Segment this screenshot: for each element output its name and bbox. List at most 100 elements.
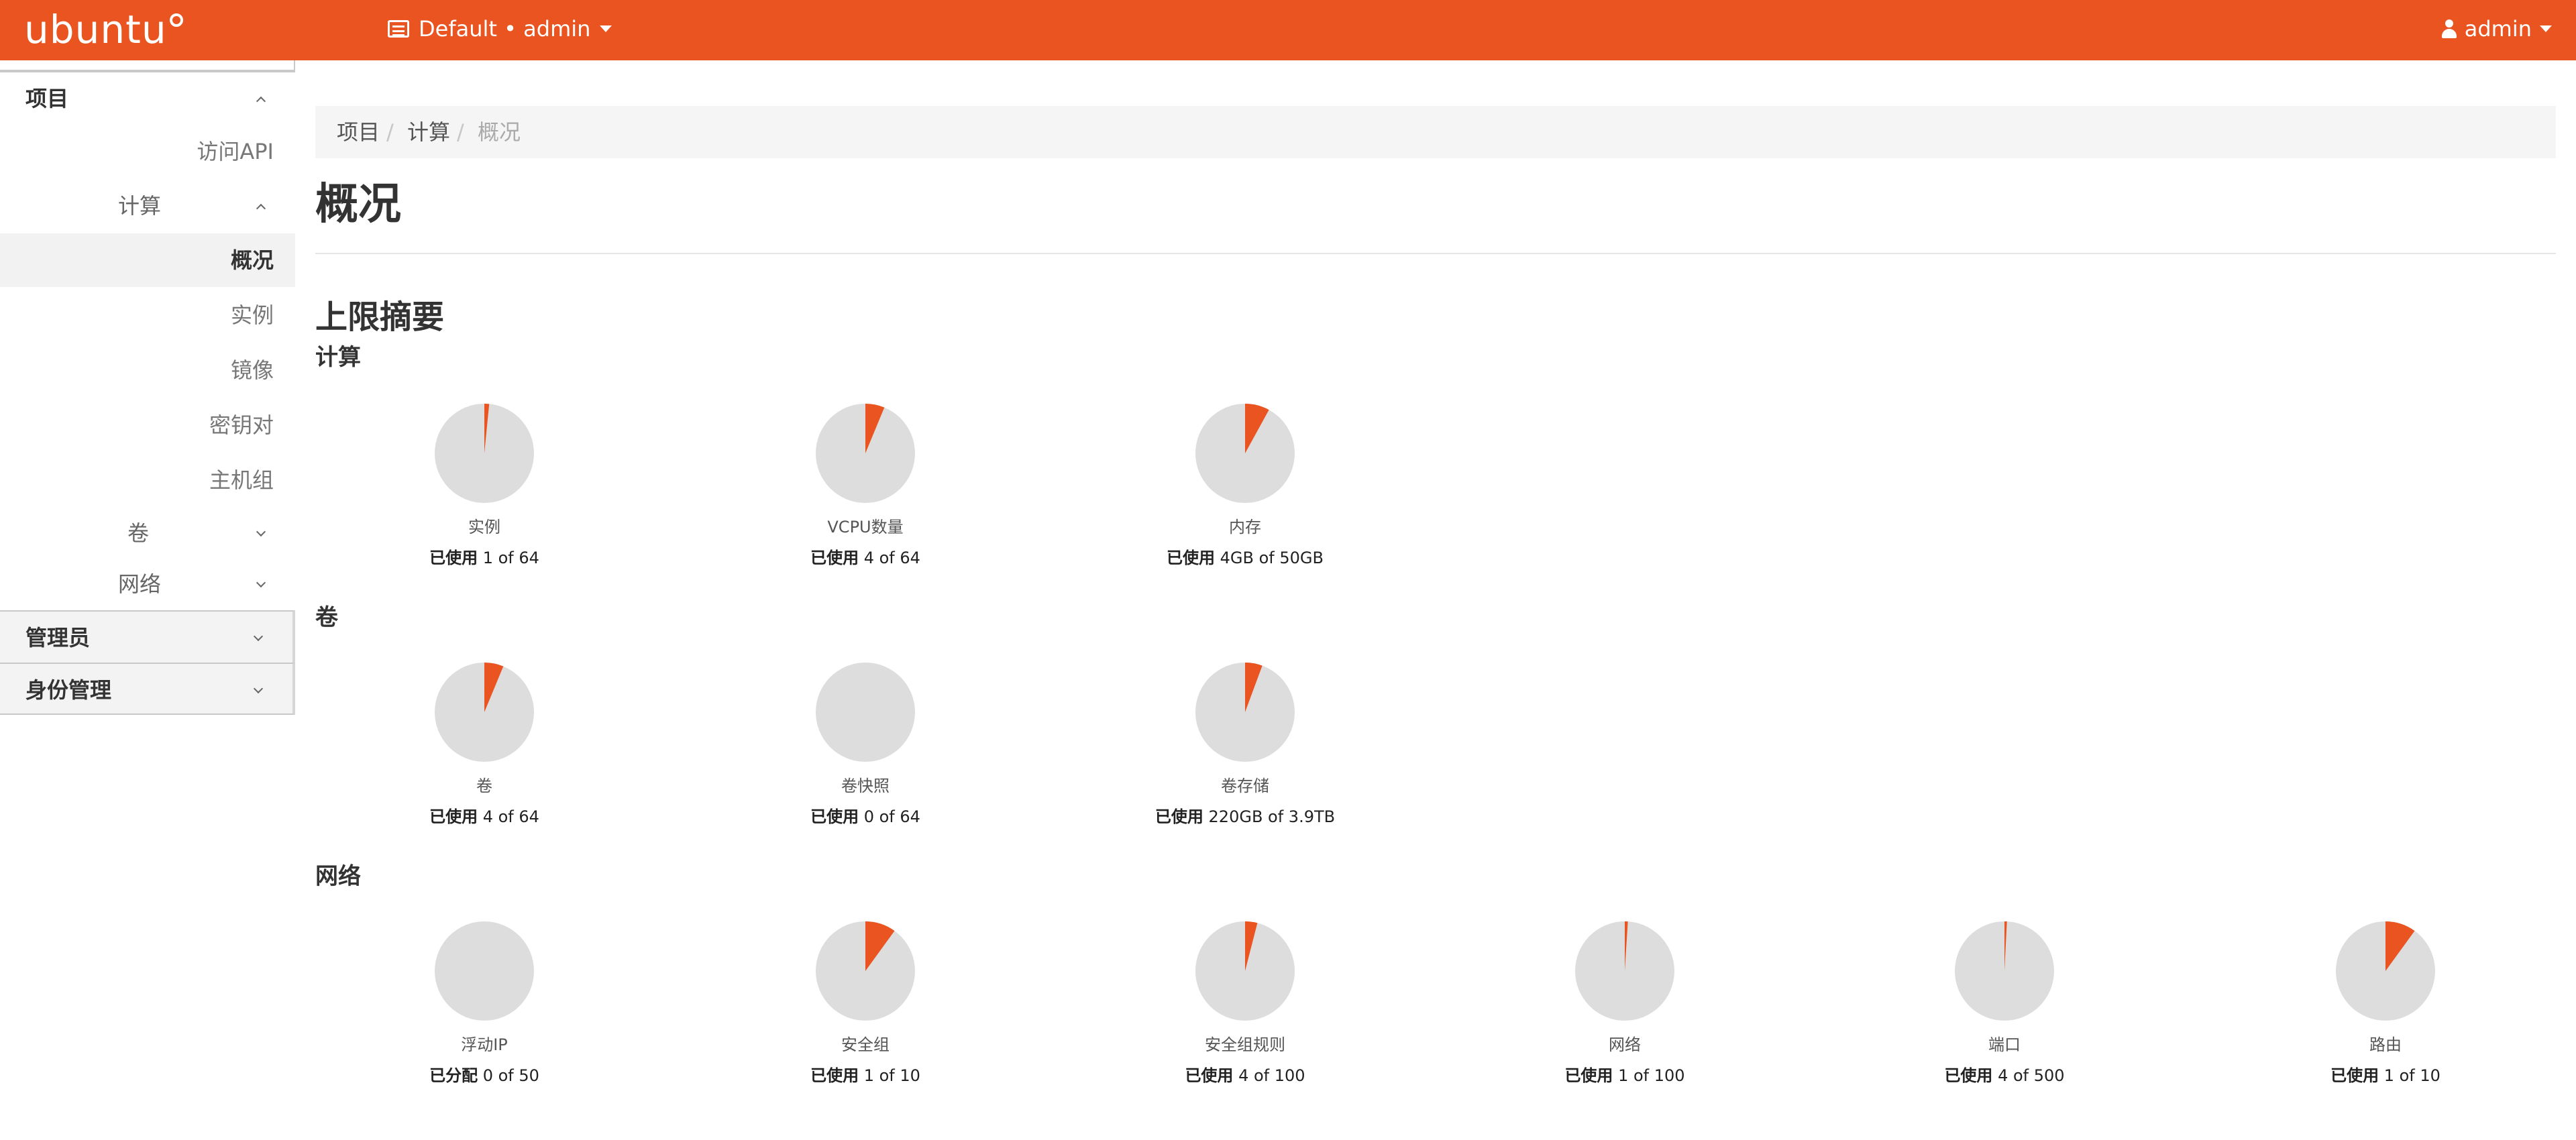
- usage-pie: [2336, 921, 2435, 1021]
- sidebar-header-label: 管理员: [25, 625, 91, 650]
- sidebar-group-volumes[interactable]: 卷: [0, 507, 295, 559]
- circle-of-friends-icon: [169, 13, 183, 27]
- quota-usage: 已使用 4 of 64: [731, 547, 1000, 569]
- section-title-compute: 计算: [315, 344, 361, 371]
- usage-pie: [435, 921, 534, 1021]
- quota-usage-prefix: 已使用: [1185, 1066, 1234, 1085]
- quota-usage-prefix: 已分配: [429, 1066, 478, 1085]
- quota-usage-prefix: 已使用: [1167, 549, 1216, 567]
- title-divider: [315, 253, 2556, 254]
- sidebar-group-compute[interactable]: 计算: [0, 180, 295, 232]
- quota-usage-prefix: 已使用: [1155, 807, 1203, 826]
- section-title-volume: 卷: [315, 604, 338, 631]
- sidebar-item-key-pairs[interactable]: 密钥对: [0, 398, 295, 452]
- quota-chart-network-3: 网络 已使用 1 of 100: [1491, 920, 1759, 1086]
- sidebar-item-server-groups[interactable]: 主机组: [0, 453, 295, 507]
- usage-pie: [1195, 921, 1295, 1021]
- chevron-down-icon: [251, 664, 266, 716]
- quota-chart-network-5: 路由已使用 1 of 10: [2251, 920, 2520, 1086]
- usage-pie: [816, 921, 915, 1021]
- quota-usage: 已使用 4 of 500: [1870, 1065, 2139, 1086]
- quota-usage-detail: 1 of 100: [1613, 1066, 1685, 1085]
- quota-label: VCPU数量: [827, 518, 904, 536]
- quota-label: 浮动IP: [461, 1035, 508, 1054]
- quota-chart-volume-1: 卷快照已使用 0 of 64: [731, 661, 1000, 828]
- quota-usage-prefix: 已使用: [2330, 1066, 2379, 1085]
- chevron-down-icon: [254, 558, 268, 610]
- sidebar-item-overview[interactable]: 概况: [0, 233, 295, 287]
- breadcrumb: 项目 / 计算 / 概况: [315, 106, 2556, 158]
- brand-text: ubuntu: [24, 7, 167, 52]
- breadcrumb-item-project[interactable]: 项目: [337, 119, 380, 145]
- chevron-down-icon: [254, 507, 268, 559]
- ubuntu-logo[interactable]: ubuntu: [24, 3, 183, 56]
- quota-chart-compute-2: 内存 已使用 4GB of 50GB: [1111, 402, 1379, 569]
- breadcrumb-item-current: 概况: [477, 119, 521, 145]
- quota-chart-compute-1: VCPU数量已使用 4 of 64: [731, 402, 1000, 569]
- sidebar-group-label: 网络: [117, 571, 161, 597]
- project-switcher-label: Default • admin: [419, 16, 591, 42]
- quota-usage: 已使用 0 of 64: [731, 806, 1000, 828]
- quota-chart-network-2: 安全组规则已使用 4 of 100: [1111, 920, 1379, 1086]
- sidebar-header-project[interactable]: 项目: [0, 71, 295, 123]
- breadcrumb-item-compute[interactable]: 计算: [407, 119, 450, 145]
- quota-label: 端口: [1988, 1035, 2021, 1054]
- project-switcher[interactable]: Default • admin: [388, 0, 612, 58]
- quota-chart-network-4: 端口已使用 4 of 500: [1870, 920, 2139, 1086]
- sidebar-item-api-access[interactable]: 访问API: [0, 125, 295, 178]
- quota-usage: 已使用 1 of 100: [1491, 1065, 1759, 1086]
- quota-usage: 已使用 1 of 64: [350, 547, 619, 569]
- sidebar-header-admin[interactable]: 管理员: [0, 610, 295, 663]
- usage-pie: [1955, 921, 2054, 1021]
- sidebar-item-label: 实例: [230, 302, 274, 328]
- sidebar-group-label: 卷: [127, 520, 149, 546]
- quota-usage-detail: 0 of 50: [478, 1066, 539, 1085]
- quota-usage: 已使用 4GB of 50GB: [1111, 547, 1379, 569]
- page-title: 概况: [315, 180, 401, 229]
- quota-usage-prefix: 已使用: [810, 1066, 859, 1085]
- quota-label: 卷存储: [1221, 777, 1269, 795]
- usage-pie: [1195, 663, 1295, 762]
- quota-usage-prefix: 已使用: [810, 807, 859, 826]
- quota-usage-detail: 4 of 100: [1233, 1066, 1305, 1085]
- usage-pie: [816, 404, 915, 503]
- quota-usage-detail: 4 of 500: [1992, 1066, 2065, 1085]
- quota-usage: 已使用 220GB of 3.9TB: [1111, 806, 1379, 828]
- quota-label: 路由: [2369, 1035, 2402, 1054]
- quota-usage-detail: 0 of 64: [859, 807, 920, 826]
- quota-usage: 已使用 4 of 100: [1111, 1065, 1379, 1086]
- quota-label: 卷快照: [841, 777, 890, 795]
- quota-chart-compute-0: 实例已使用 1 of 64: [350, 402, 619, 569]
- sidebar-item-label: 概况: [230, 247, 274, 273]
- sidebar-group-network[interactable]: 网络: [0, 558, 295, 610]
- quota-chart-network-0: 浮动IP 已分配 0 of 50: [350, 920, 619, 1086]
- sidebar-item-images[interactable]: 镜像: [0, 343, 295, 397]
- limit-summary-title: 上限摘要: [315, 298, 445, 336]
- sidebar: 项目 访问API 计算 概况 实例 镜像 密钥对 主机组 卷 网络 管理员 身份…: [0, 60, 295, 718]
- breadcrumb-separator: /: [386, 119, 394, 145]
- chevron-up-icon: [254, 72, 268, 125]
- sidebar-item-instances[interactable]: 实例: [0, 288, 295, 342]
- pie-remaining-slice: [435, 921, 534, 1021]
- project-list-icon: [388, 20, 409, 38]
- quota-label: 实例: [468, 518, 500, 536]
- user-menu-label: admin: [2464, 16, 2532, 42]
- sidebar-item-label: 主机组: [209, 467, 274, 493]
- quota-label: 安全组规则: [1205, 1035, 1285, 1054]
- sidebar-header-identity[interactable]: 身份管理: [0, 663, 295, 715]
- quota-usage: 已使用 1 of 10: [2251, 1065, 2520, 1086]
- quota-usage-detail: 1 of 10: [859, 1066, 920, 1085]
- usage-pie: [435, 404, 534, 503]
- quota-usage-prefix: 已使用: [1564, 1066, 1613, 1085]
- quota-usage-prefix: 已使用: [1944, 1066, 1993, 1085]
- quota-usage: 已使用 1 of 10: [731, 1065, 1000, 1086]
- sidebar-item-label: 密钥对: [209, 412, 274, 438]
- quota-usage-detail: 4 of 64: [859, 549, 920, 567]
- breadcrumb-separator: /: [456, 119, 464, 145]
- quota-usage-prefix: 已使用: [810, 549, 859, 567]
- sidebar-group-label: 计算: [117, 193, 161, 219]
- usage-pie: [1575, 921, 1674, 1021]
- sidebar-header-label: 项目: [25, 86, 69, 111]
- user-menu[interactable]: admin: [2441, 0, 2552, 58]
- usage-pie: [816, 663, 915, 762]
